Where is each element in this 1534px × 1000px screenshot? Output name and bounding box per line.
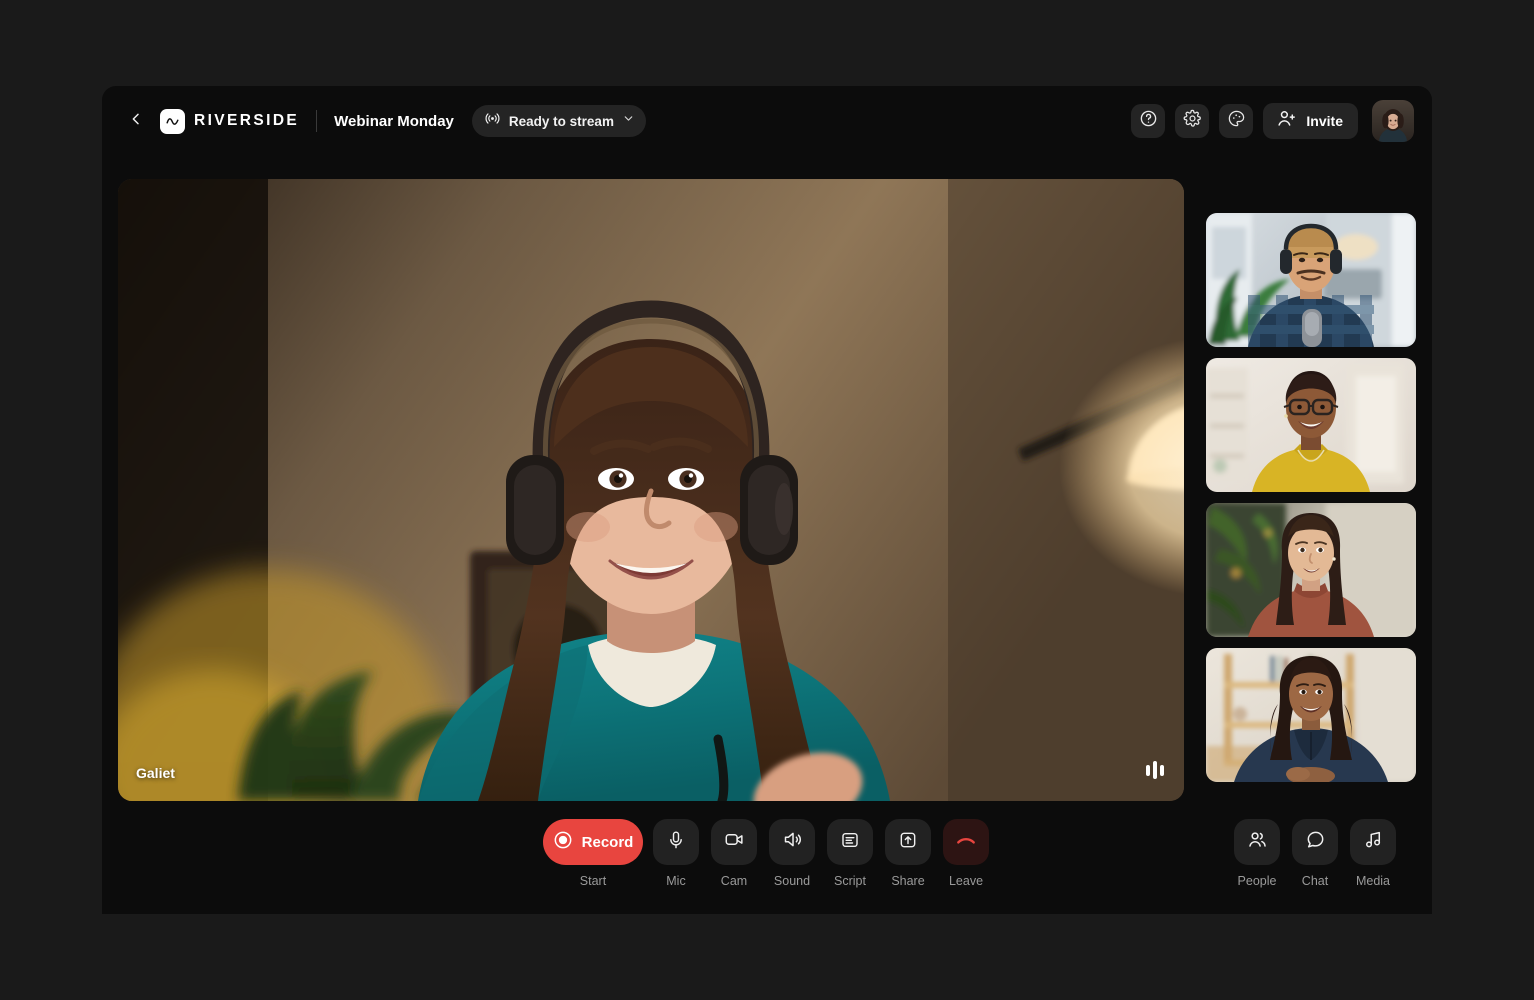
chevron-down-icon (622, 112, 635, 130)
audio-level-icon (1146, 761, 1164, 779)
help-button[interactable] (1131, 104, 1165, 138)
question-circle-icon (1139, 109, 1158, 133)
participant-thumbnail[interactable] (1206, 503, 1416, 637)
studio-window: RIVERSIDE Webinar Monday Ready to stream (102, 86, 1432, 914)
people-control: People (1232, 819, 1282, 888)
record-control: Record Start (543, 819, 643, 888)
script-control: Script (825, 819, 875, 888)
phone-hangup-icon (955, 829, 977, 856)
stream-status-dropdown[interactable]: Ready to stream (472, 105, 646, 137)
music-note-icon (1363, 829, 1384, 855)
palette-icon (1227, 109, 1246, 133)
mic-button[interactable] (653, 819, 699, 865)
participant-thumbnail[interactable] (1206, 358, 1416, 492)
appearance-button[interactable] (1219, 104, 1253, 138)
gear-icon (1183, 109, 1202, 133)
record-button[interactable]: Record (543, 819, 643, 865)
stream-status-label: Ready to stream (509, 114, 614, 129)
video-camera-icon (724, 829, 745, 855)
header-right-group: Invite (1131, 100, 1414, 142)
record-circle-icon (553, 830, 573, 855)
secondary-controls: People Chat (1232, 819, 1398, 888)
mic-control: Mic (651, 819, 701, 888)
share-control: Share (883, 819, 933, 888)
main-speaker-video (118, 179, 1184, 801)
script-button[interactable] (827, 819, 873, 865)
media-button[interactable] (1350, 819, 1396, 865)
share-upload-icon (898, 830, 918, 855)
leave-control: Leave (941, 819, 991, 888)
participant-thumbnail[interactable] (1206, 213, 1416, 347)
script-caption: Script (834, 874, 866, 888)
script-icon (840, 830, 860, 855)
media-caption: Media (1356, 874, 1390, 888)
people-icon (1247, 829, 1268, 855)
back-button[interactable] (122, 107, 150, 135)
cam-button[interactable] (711, 819, 757, 865)
share-caption: Share (891, 874, 924, 888)
video-stage: Galiet (118, 179, 1416, 801)
primary-controls: Record Start Mic (543, 819, 991, 888)
microphone-icon (666, 830, 686, 855)
cam-caption: Cam (721, 874, 747, 888)
participant-thumbnail-list (1206, 213, 1416, 782)
sound-caption: Sound (774, 874, 810, 888)
leave-caption: Leave (949, 874, 983, 888)
cam-control: Cam (709, 819, 759, 888)
invite-button[interactable]: Invite (1263, 103, 1358, 139)
riverside-wave-logo (160, 109, 185, 134)
meeting-title: Webinar Monday (334, 113, 454, 130)
people-button[interactable] (1234, 819, 1280, 865)
settings-button[interactable] (1175, 104, 1209, 138)
share-button[interactable] (885, 819, 931, 865)
speaker-icon (782, 829, 803, 855)
chat-caption: Chat (1302, 874, 1328, 888)
chat-bubble-icon (1305, 829, 1326, 855)
main-speaker-tile[interactable]: Galiet (118, 179, 1184, 801)
sound-control: Sound (767, 819, 817, 888)
record-label: Record (582, 834, 634, 851)
participant-thumbnail[interactable] (1206, 648, 1416, 782)
user-avatar[interactable] (1372, 100, 1414, 142)
record-caption: Start (580, 874, 606, 888)
brand-logo[interactable]: RIVERSIDE (160, 109, 299, 134)
speaker-name-label: Galiet (136, 765, 175, 781)
person-add-icon (1276, 108, 1297, 134)
chat-button[interactable] (1292, 819, 1338, 865)
control-bar: Record Start Mic (102, 801, 1432, 914)
media-control: Media (1348, 819, 1398, 888)
chevron-left-icon (128, 111, 144, 132)
app-header: RIVERSIDE Webinar Monday Ready to stream (102, 86, 1432, 156)
brand-name: RIVERSIDE (194, 112, 299, 130)
chat-control: Chat (1290, 819, 1340, 888)
leave-button[interactable] (943, 819, 989, 865)
header-left-group: RIVERSIDE Webinar Monday Ready to stream (122, 105, 646, 137)
invite-label: Invite (1306, 113, 1343, 129)
mic-caption: Mic (666, 874, 685, 888)
header-divider (316, 110, 317, 132)
sound-button[interactable] (769, 819, 815, 865)
people-caption: People (1238, 874, 1277, 888)
broadcast-icon (484, 110, 501, 132)
